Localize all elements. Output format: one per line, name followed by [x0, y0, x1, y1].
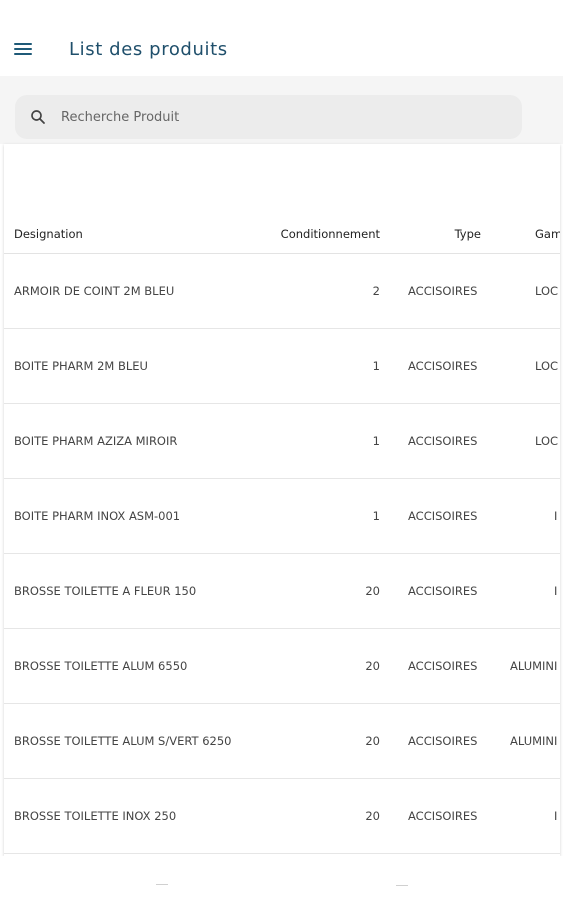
search-input[interactable]	[61, 103, 501, 131]
cell-type: ACCISOIRES	[408, 284, 478, 298]
cell-conditionnement: 20	[365, 584, 380, 598]
cell-gamme: I	[554, 809, 558, 823]
divider	[396, 885, 408, 886]
cell-conditionnement: 2	[372, 284, 380, 298]
cell-gamme: I	[554, 509, 558, 523]
table-row[interactable]: BROSSE TOILETTE ALUM S/VERT 6250 20 ACCISO…	[4, 704, 560, 779]
cell-conditionnement: 20	[365, 809, 380, 823]
search-bar[interactable]	[15, 95, 522, 139]
cell-conditionnement: 1	[372, 434, 380, 448]
cell-type: ACCISOIRES	[408, 434, 478, 448]
cell-conditionnement: 20	[365, 659, 380, 673]
products-table: Designation Conditionnement Type Gam ARM…	[4, 144, 560, 856]
table-row[interactable]: BOITE PHARM INOX ASM-001 1 ACCISOIRES I	[4, 479, 560, 554]
table-header: Designation Conditionnement Type Gam	[4, 214, 560, 254]
bottom-area	[0, 856, 563, 900]
table-row[interactable]: ARMOIR DE COINT 2M BLEU 2 ACCISOIRES LOC	[4, 254, 560, 329]
cell-gamme: ALUMINI	[510, 659, 558, 673]
cell-type: ACCISOIRES	[408, 659, 478, 673]
cell-gamme: LOC	[535, 359, 559, 373]
hamburger-menu-icon[interactable]	[14, 36, 40, 62]
cell-type: ACCISOIRES	[408, 734, 478, 748]
divider	[156, 884, 168, 885]
cell-conditionnement: 20	[365, 734, 380, 748]
search-area	[0, 76, 563, 144]
cell-gamme: I	[554, 584, 558, 598]
cell-conditionnement: 1	[372, 509, 380, 523]
cell-type: ACCISOIRES	[408, 359, 478, 373]
app-bar: List des produits	[0, 0, 563, 76]
search-icon	[31, 110, 45, 124]
column-header-gamme[interactable]: Gam	[535, 214, 560, 253]
page-title: List des produits	[69, 39, 228, 60]
cell-conditionnement: 1	[372, 359, 380, 373]
table-row[interactable]: BROSSE TOILETTE A FLEUR 150 20 ACCISOIRES I	[4, 554, 560, 629]
cell-gamme: LOC	[535, 434, 559, 448]
cell-type: ACCISOIRES	[408, 509, 478, 523]
cell-gamme: ALUMINI	[510, 734, 558, 748]
cell-type: ACCISOIRES	[408, 584, 478, 598]
cell-gamme: LOC	[535, 284, 559, 298]
table-row[interactable]: BOITE PHARM 2M BLEU 1 ACCISOIRES LOC	[4, 329, 560, 404]
cell-type: ACCISOIRES	[408, 809, 478, 823]
table-row[interactable]: BROSSE TOILETTE ALUM 6550 20 ACCISOIRES ALU…	[4, 629, 560, 704]
table-row[interactable]: BROSSE TOILETTE INOX 250 20 ACCISOIRES I	[4, 779, 560, 854]
table-row[interactable]: BOITE PHARM AZIZA MIROIR 1 ACCISOIRES LOC	[4, 404, 560, 479]
column-header-type[interactable]: Type	[4, 214, 481, 253]
